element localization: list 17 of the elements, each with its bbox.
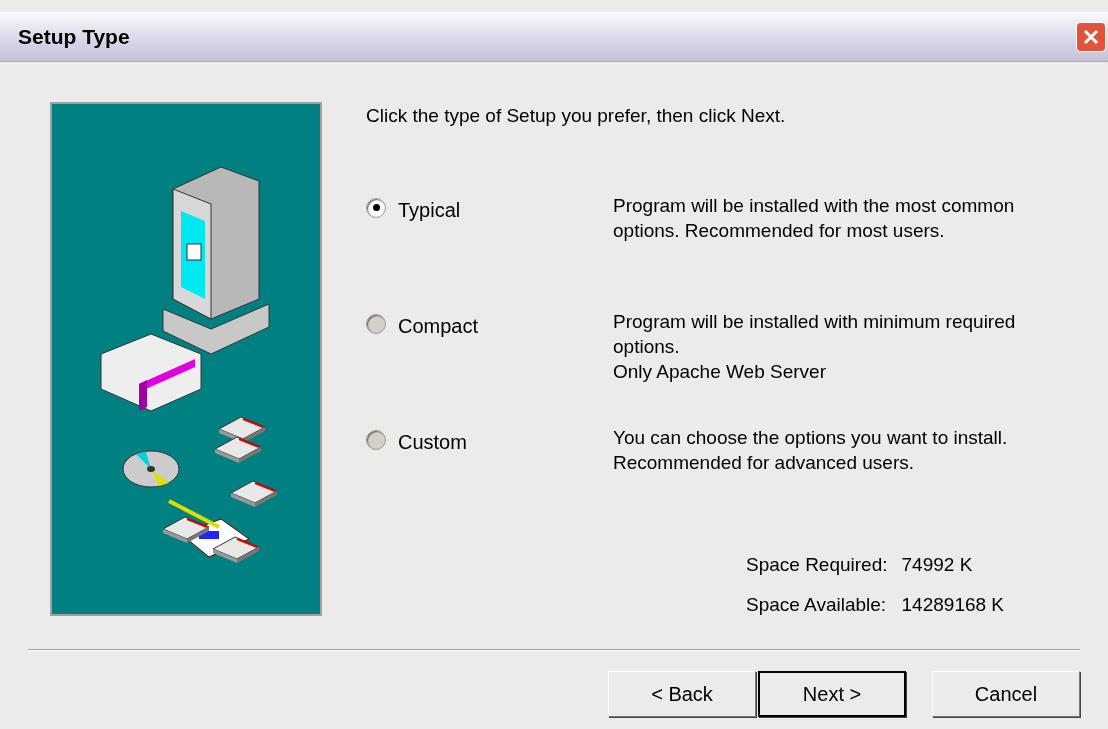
- space-label: Space Available:: [746, 593, 888, 617]
- option-description: You can choose the options you want to install. Recommended for advanced users.: [613, 425, 1008, 475]
- dialog-button[interactable]: < Back: [608, 671, 756, 717]
- close-icon: [1082, 27, 1100, 46]
- window-title: Setup Type: [18, 23, 130, 50]
- space-value: 14289168 K: [901, 593, 1005, 617]
- instruction-text: Click the type of Setup you prefer, then click Next.: [366, 104, 787, 128]
- space-value: 74992 K: [901, 552, 974, 577]
- dialog-button[interactable]: Next >: [758, 671, 906, 717]
- close-button[interactable]: [1076, 21, 1106, 52]
- setup-type-radio[interactable]: Typical: [366, 192, 461, 225]
- dialog-button[interactable]: Cancel: [932, 671, 1080, 717]
- option-description: Program will be installed with the most common options. Recommended for most users.: [613, 193, 1015, 243]
- setup-type-radio[interactable]: Compact: [366, 308, 479, 341]
- setup-type-radio[interactable]: Custom: [366, 424, 467, 457]
- space-label: Space Required:: [746, 552, 888, 577]
- option-description: Program will be installed with minimum required options. Only Apache Web Server: [613, 309, 1016, 384]
